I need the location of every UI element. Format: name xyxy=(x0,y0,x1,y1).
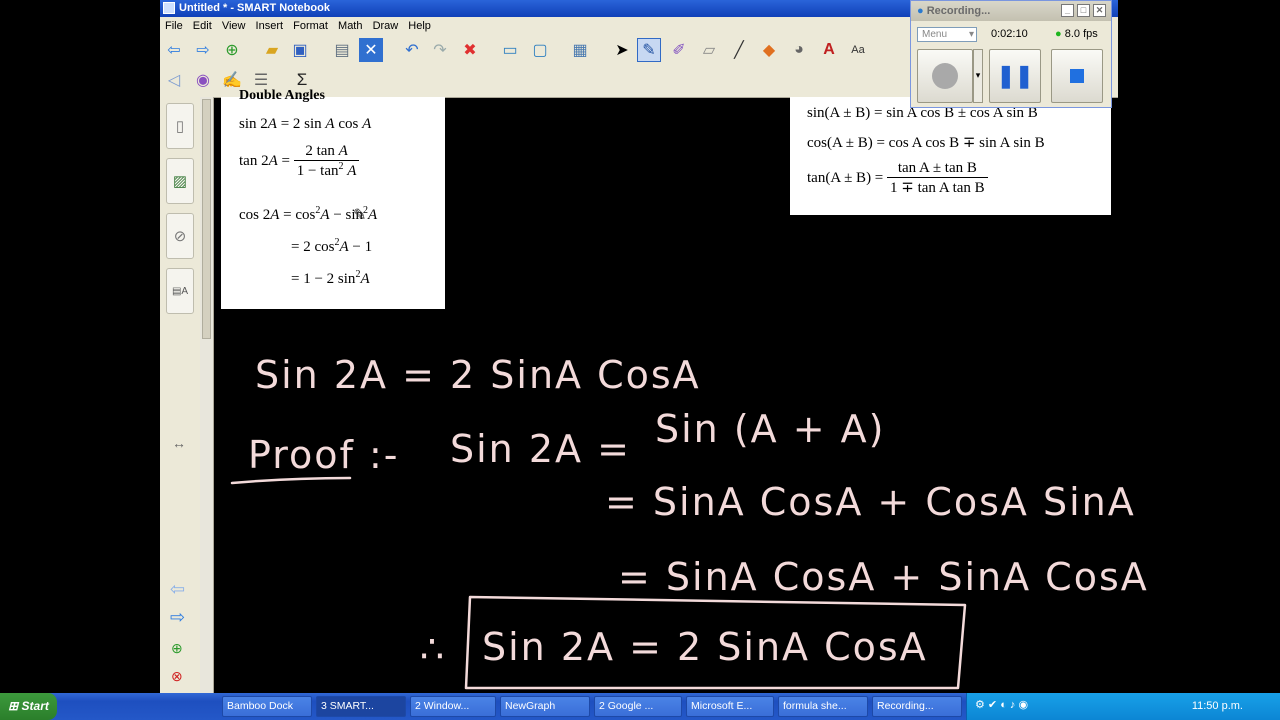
start-button[interactable]: ⊞ Start xyxy=(0,693,57,720)
recorder-title: Recording... xyxy=(926,5,991,17)
task-microsoft[interactable]: Microsoft E... xyxy=(686,696,774,717)
task-smart[interactable]: 3 SMART... xyxy=(316,696,406,717)
recorder-window: ● Recording... _ □ ✕ Menu ▾ 0:02:10 ● 8.0… xyxy=(910,0,1112,108)
record-options-chevron-icon[interactable]: ▾ xyxy=(973,49,983,103)
task-formula-sheet[interactable]: formula she... xyxy=(778,696,868,717)
recorder-title-bar: ● Recording... _ □ ✕ xyxy=(911,1,1111,21)
recorder-icon: ● xyxy=(917,5,924,17)
pause-icon: ❚❚ xyxy=(996,63,1034,88)
task-google[interactable]: 2 Google ... xyxy=(594,696,682,717)
task-recording[interactable]: Recording... xyxy=(872,696,962,717)
record-button[interactable] xyxy=(917,49,973,103)
ink-line3: = SinA CosA + CosA SinA xyxy=(605,480,1136,524)
taskbar: ⊞ Start Bamboo Dock 3 SMART... 2 Window.… xyxy=(0,693,1280,720)
ink-line2b: Sin (A + A) xyxy=(655,407,885,451)
maximize-icon[interactable]: □ xyxy=(1077,4,1090,17)
status-dot-icon: ● xyxy=(1055,28,1062,40)
stop-button[interactable] xyxy=(1051,49,1103,103)
stop-icon xyxy=(1070,69,1084,83)
recorder-fps: ● 8.0 fps xyxy=(1055,28,1098,40)
minimize-icon[interactable]: _ xyxy=(1061,4,1074,17)
pause-button[interactable]: ❚❚ xyxy=(989,49,1041,103)
tray-icons[interactable]: ⚙ ✔ ◐ ♪ ◉ xyxy=(975,698,1028,711)
close-icon[interactable]: ✕ xyxy=(1093,4,1106,17)
ink-therefore: ∴ xyxy=(420,627,446,671)
ink-proof-underline xyxy=(230,476,352,485)
ink-line4: = SinA CosA + SinA CosA xyxy=(618,555,1149,599)
recorder-time: 0:02:10 xyxy=(991,28,1028,40)
recorder-menu-dropdown[interactable]: Menu ▾ xyxy=(917,27,977,42)
record-icon xyxy=(932,63,958,89)
task-bamboo-dock[interactable]: Bamboo Dock xyxy=(222,696,312,717)
ink-result: Sin 2A = 2 SinA CosA xyxy=(482,625,928,669)
clock: 11:50 p.m. xyxy=(1191,700,1243,712)
system-tray: ⚙ ✔ ◐ ♪ ◉ 11:50 p.m. xyxy=(966,693,1280,720)
handwriting-canvas: Sin 2A = 2 SinA CosA Proof :- Sin 2A = S… xyxy=(230,353,1149,690)
chevron-down-icon: ▾ xyxy=(968,29,974,40)
ink-line1: Sin 2A = 2 SinA CosA xyxy=(255,353,701,397)
ink-line2a: Sin 2A = xyxy=(450,427,631,471)
task-windows[interactable]: 2 Window... xyxy=(410,696,496,717)
task-newgraph[interactable]: NewGraph xyxy=(500,696,590,717)
ink-proof: Proof :- xyxy=(248,433,400,477)
